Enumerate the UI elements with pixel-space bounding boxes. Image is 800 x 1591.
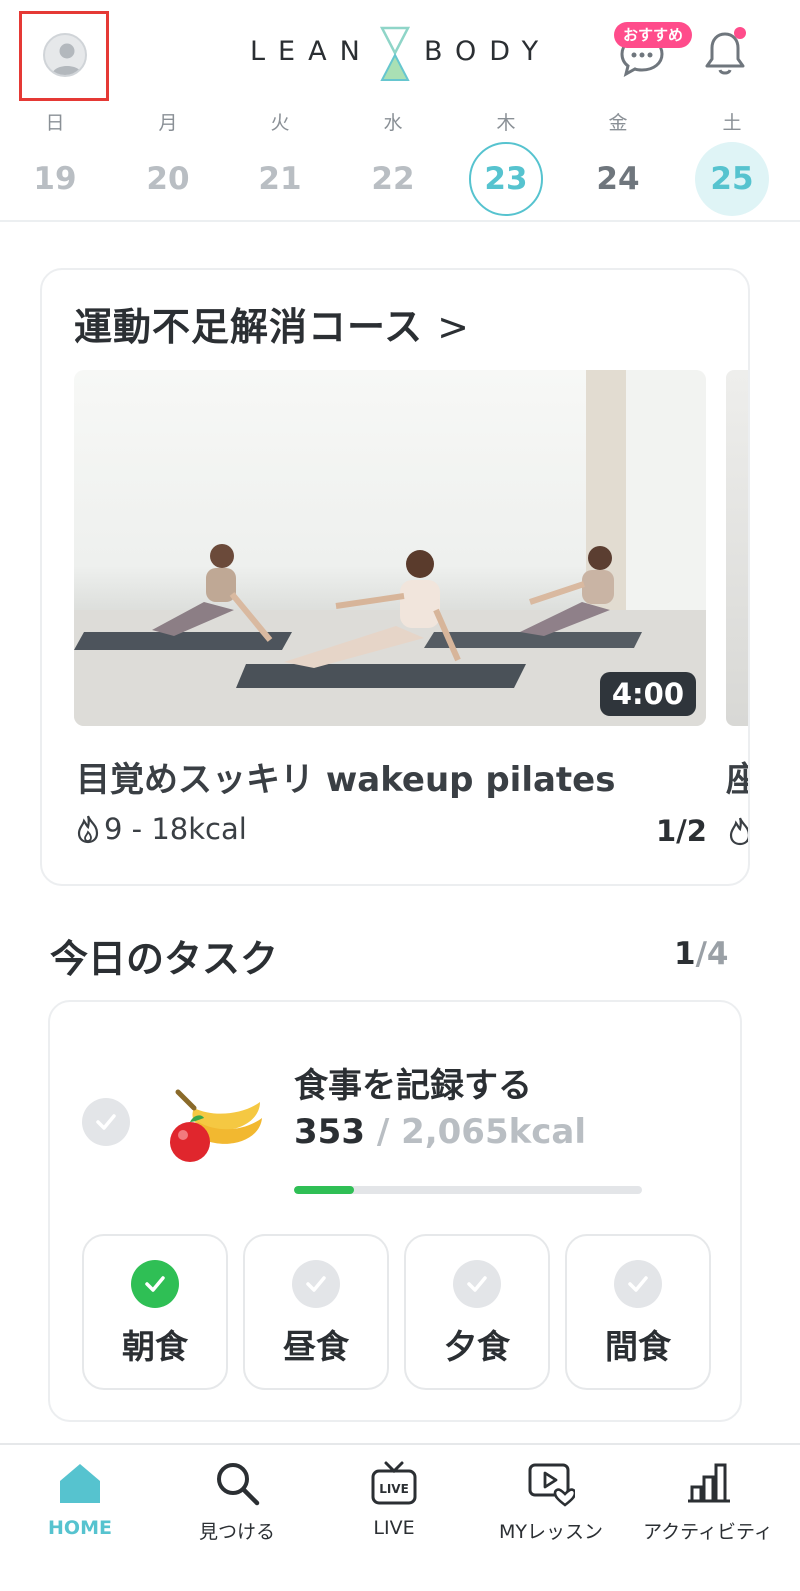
nav-label: 見つける: [198, 1521, 275, 1543]
meal-lunch-button[interactable]: 昼食: [243, 1234, 389, 1390]
recommend-badge: おすすめ: [614, 22, 693, 48]
date-number: 25: [695, 142, 769, 216]
date-number: 19: [33, 161, 77, 197]
fruit-icon: [170, 1089, 262, 1162]
avatar-icon: [43, 33, 87, 77]
date-number: 22: [371, 161, 415, 197]
calories-range: 9 - 18kcal: [104, 812, 247, 846]
course-card[interactable]: 運動不足解消コース > 4:00 目覚めスッキリ wakeup pilates …: [40, 268, 750, 886]
calories-current: 353: [294, 1112, 365, 1152]
weekday-label: 木: [496, 112, 516, 134]
weekday-label: 金: [608, 112, 628, 134]
date-25[interactable]: 土 25: [692, 108, 772, 216]
date-20[interactable]: 月 20: [128, 108, 208, 216]
date-number: 21: [258, 161, 302, 197]
nav-label: アクティビティ: [643, 1521, 773, 1543]
check-icon: [614, 1260, 662, 1308]
nav-my-lesson[interactable]: MYレッスン: [471, 1445, 631, 1565]
date-22[interactable]: 水 22: [353, 108, 433, 216]
nav-label: HOME: [48, 1517, 112, 1539]
date-number: 24: [596, 161, 640, 197]
chevron-right-icon: >: [437, 305, 470, 349]
nav-home[interactable]: HOME: [0, 1445, 160, 1565]
logo-text-body: BODY: [424, 36, 552, 67]
video-thumbnail[interactable]: 4:00: [74, 370, 706, 726]
tasks-count-separator: /: [695, 936, 707, 972]
notification-dot: [734, 27, 746, 39]
profile-avatar-button[interactable]: [19, 11, 109, 101]
activity-chart-icon: [688, 1463, 730, 1503]
nav-discover[interactable]: 見つける: [157, 1445, 317, 1565]
course-title-link[interactable]: 運動不足解消コース >: [74, 296, 470, 351]
weekday-label: 日: [45, 112, 65, 134]
hourglass-logo-icon: [380, 26, 410, 81]
next-flame-icon-peek: [728, 816, 748, 850]
nav-label: LIVE: [373, 1517, 415, 1539]
date-21[interactable]: 火 21: [240, 108, 320, 216]
next-video-thumbnail-peek[interactable]: [726, 370, 748, 726]
my-lesson-icon: [528, 1463, 575, 1507]
check-icon: [131, 1260, 179, 1308]
tasks-section-title: 今日のタスク: [50, 937, 279, 981]
tasks-progress-count: 1/4: [674, 936, 728, 972]
calorie-progress-bar: [294, 1186, 642, 1194]
tasks-total-count: 4: [706, 936, 729, 972]
meal-label: 昼食: [283, 1327, 349, 1366]
task-name: 食事を記録する: [294, 1066, 532, 1106]
tasks-done-count: 1: [674, 936, 696, 972]
weekday-label: 水: [383, 112, 403, 134]
lean-body-logo: LEAN BODY: [250, 26, 550, 82]
calories-goal: / 2,065kcal: [364, 1112, 586, 1152]
nav-live[interactable]: LIVE LIVE: [314, 1445, 474, 1565]
app-header: LEAN BODY おすすめ 日 19 月 20 火 21 水 22 木 23 …: [0, 0, 800, 222]
meal-breakfast-button[interactable]: 朝食: [82, 1234, 228, 1390]
nav-label: MYレッスン: [499, 1521, 603, 1543]
video-title: 目覚めスッキリ wakeup pilates: [76, 760, 616, 800]
meal-record-task-card[interactable]: 食事を記録する 353 / 2,065kcal 朝食 昼食 夕食 間食: [48, 1000, 742, 1422]
meal-snack-button[interactable]: 間食: [565, 1234, 711, 1390]
svg-text:LIVE: LIVE: [379, 1482, 409, 1496]
course-pager: 1/2: [656, 814, 707, 848]
date-19[interactable]: 日 19: [15, 108, 95, 216]
flame-icon: [77, 815, 99, 844]
date-number: 20: [146, 161, 190, 197]
search-icon: [217, 1463, 260, 1506]
nav-activity[interactable]: アクティビティ: [628, 1445, 788, 1565]
week-date-selector: 日 19 月 20 火 21 水 22 木 23 金 24 土 25: [0, 108, 800, 218]
course-title: 運動不足解消コース: [74, 305, 424, 349]
video-calories: 9 - 18kcal: [76, 812, 247, 846]
video-duration-badge: 4:00: [599, 672, 696, 716]
calorie-progress-fill: [294, 1186, 354, 1194]
date-23[interactable]: 木 23: [466, 108, 546, 216]
task-check-icon: [82, 1098, 130, 1146]
meal-label: 朝食: [122, 1327, 188, 1366]
logo-text-lean: LEAN: [250, 36, 373, 67]
weekday-label: 月: [158, 112, 178, 134]
bottom-navigation: HOME 見つける LIVE LIVE MYレッスン アクティビティ: [0, 1443, 800, 1591]
next-video-title-peek: 座: [726, 752, 748, 801]
weekday-label: 土: [722, 112, 742, 134]
task-calories: 353 / 2,065kcal: [294, 1112, 586, 1152]
flame-icon: [729, 817, 748, 846]
date-number: 23: [469, 142, 543, 216]
live-tv-icon: LIVE: [371, 1461, 417, 1505]
meal-label: 夕食: [444, 1327, 510, 1366]
meal-dinner-button[interactable]: 夕食: [404, 1234, 550, 1390]
weekday-label: 火: [270, 112, 290, 134]
check-icon: [453, 1260, 501, 1308]
meal-buttons: 朝食 昼食 夕食 間食: [82, 1234, 712, 1390]
home-icon: [60, 1464, 100, 1503]
meal-label: 間食: [605, 1327, 671, 1366]
date-24[interactable]: 金 24: [578, 108, 658, 216]
check-icon: [292, 1260, 340, 1308]
